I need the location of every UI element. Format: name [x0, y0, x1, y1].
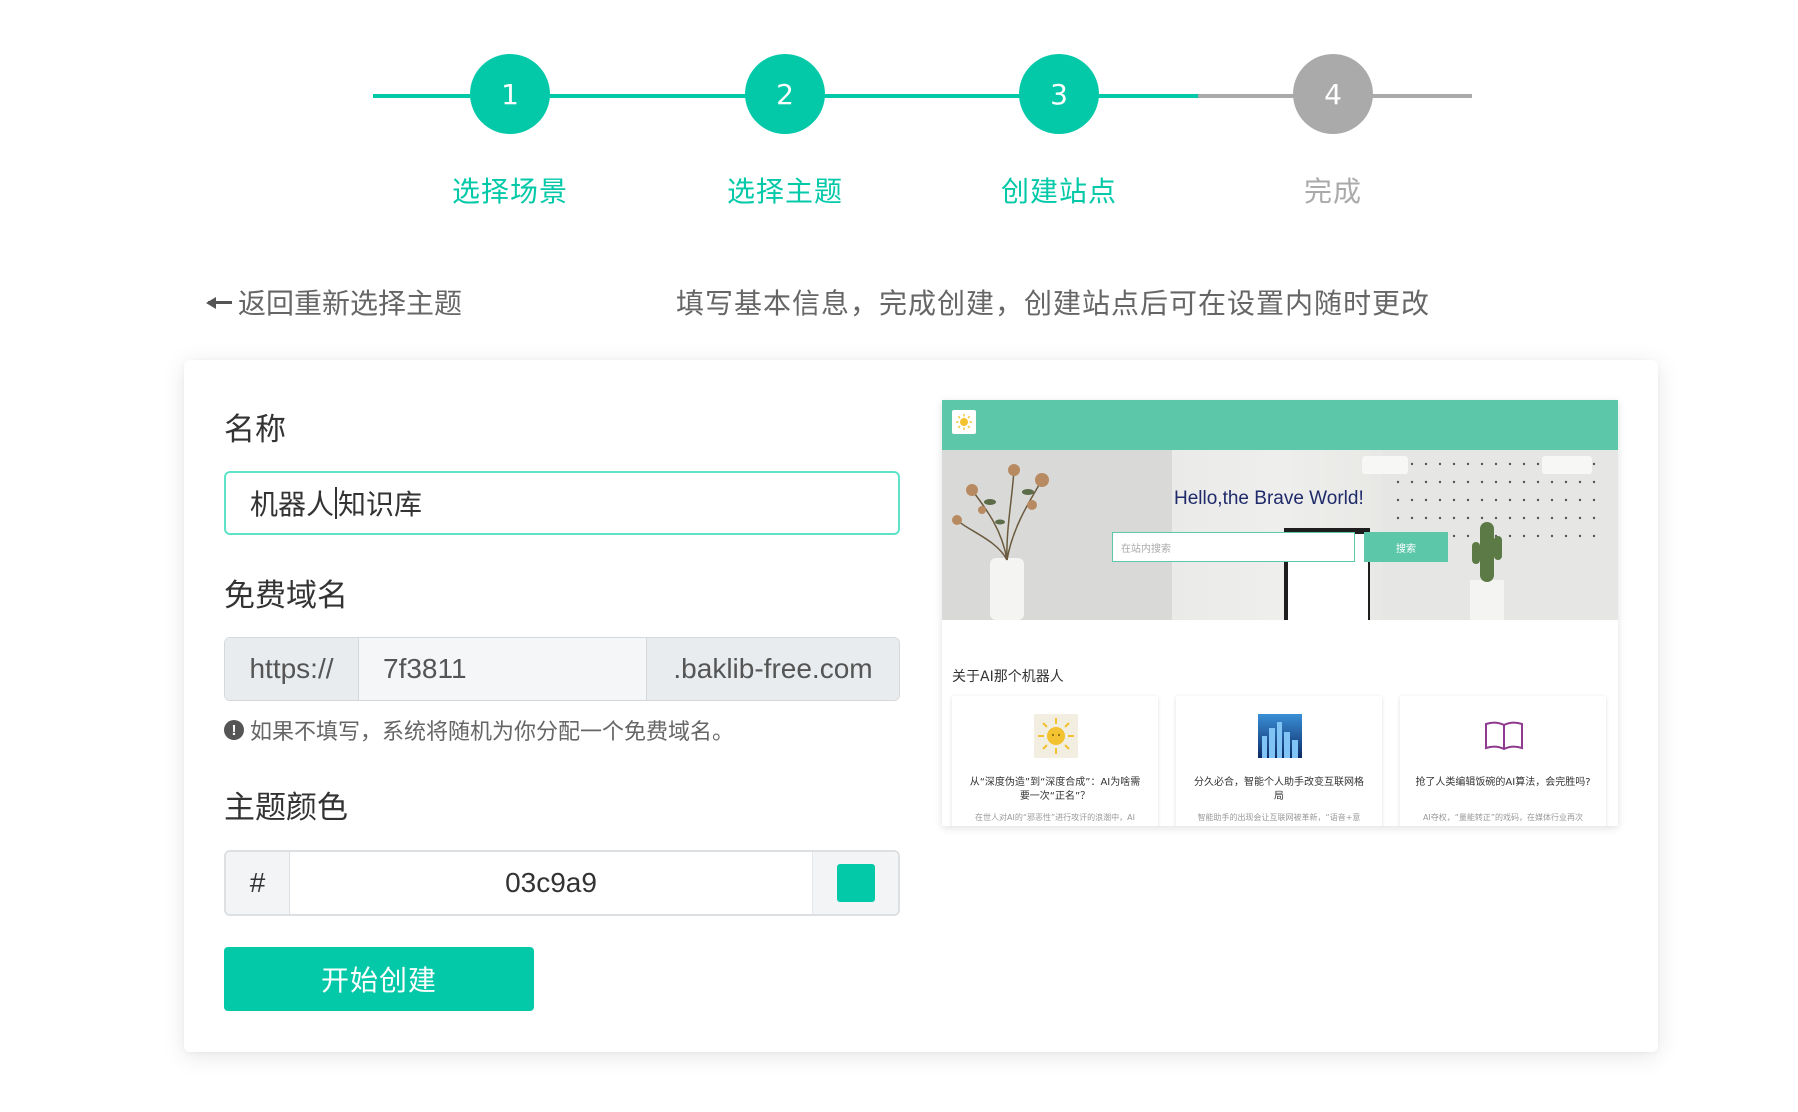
- form-hint: 填写基本信息，完成创建，创建站点后可在设置内随时更改: [676, 287, 1431, 320]
- sun-icon: [1034, 714, 1078, 758]
- back-link-label: 返回重新选择主题: [238, 287, 463, 320]
- preview-card-desc: 在世人对AI的“邪恶性”进行攻讦的浪潮中，AI: [975, 813, 1135, 822]
- preview-search-button: 搜索: [1364, 532, 1448, 562]
- step-2-circle: 2: [745, 54, 825, 134]
- step-4-label: 完成: [1303, 175, 1362, 208]
- step-1-number: 1: [501, 77, 519, 111]
- site-name-input[interactable]: 机器人 知识库: [224, 471, 900, 535]
- color-swatch: [836, 864, 875, 902]
- city-image: [1258, 714, 1302, 758]
- preview-card-title: 从“深度伪造”到“深度合成”：AI为啥需要一次“正名”？: [969, 777, 1141, 802]
- preview-article-card: 分久必合，智能个人助手改变互联网格局 智能助手的出现会让互联网被革新，“语音+意: [1176, 696, 1382, 826]
- name-value-end: 知识库: [338, 488, 423, 521]
- domain-note-text: 如果不填写，系统将随机为你分配一个免费域名。: [250, 720, 735, 745]
- step-4-circle: 4: [1293, 54, 1373, 134]
- name-label: 名称: [224, 412, 286, 448]
- progress-stepper: 1 2 3 4 选择场景 选择主题 创建站点 完成: [0, 0, 1798, 230]
- color-hash-prefix: #: [226, 852, 290, 914]
- preview-card-desc: 智能助手的出现会让互联网被革新，“语音+意: [1197, 813, 1361, 822]
- info-icon: !: [224, 720, 244, 740]
- theme-color-label: 主题颜色: [224, 790, 348, 826]
- preview-card-title: 抢了人类编辑饭碗的AI算法，会完胜吗?: [1415, 777, 1591, 788]
- theme-color-input[interactable]: 03c9a9: [290, 852, 812, 914]
- preview-article-card: 抢了人类编辑饭碗的AI算法，会完胜吗? AI夺权，“量能转正”的戏码，在媒体行业…: [1400, 696, 1606, 826]
- domain-prefix: https://: [225, 638, 359, 700]
- text-caret: [335, 487, 338, 519]
- domain-suffix: .baklib-free.com: [647, 638, 899, 700]
- theme-color-input-group: # 03c9a9: [224, 850, 900, 916]
- step-1-circle: 1: [470, 54, 550, 134]
- name-value-start: 机器人: [250, 488, 335, 521]
- step-4-number: 4: [1324, 77, 1342, 111]
- create-site-page: 1 2 3 4 选择场景 选择主题 创建站点 完成 返回重新选择主题 填写基本信…: [0, 0, 1798, 1112]
- preview-card-title: 分久必合，智能个人助手改变互联网格局: [1194, 777, 1364, 802]
- theme-preview: Hello,the Brave World! 在站内搜索 搜索 关于AI那个机器…: [942, 400, 1618, 826]
- domain-input-group: https:// 7f3811 .baklib-free.com: [224, 637, 900, 701]
- start-create-button[interactable]: 开始创建: [224, 947, 534, 1011]
- step-3-circle: 3: [1019, 54, 1099, 134]
- domain-subdomain-input[interactable]: 7f3811: [359, 638, 647, 700]
- step-2-label: 选择主题: [726, 175, 843, 208]
- back-to-theme-link[interactable]: 返回重新选择主题: [204, 282, 462, 322]
- preview-navbar: [942, 400, 1618, 450]
- preview-section-title: 关于AI那个机器人: [952, 669, 1064, 685]
- step-2-number: 2: [776, 77, 794, 111]
- preview-hero-banner: Hello,the Brave World! 在站内搜索 搜索: [942, 450, 1618, 620]
- preview-logo-icon: [952, 410, 976, 434]
- step-1-label: 选择场景: [451, 175, 568, 208]
- create-site-card: 名称 机器人 知识库 免费域名 https:// 7f3811 .baklib-f…: [184, 360, 1658, 1052]
- preview-article-card: 从“深度伪造”到“深度合成”：AI为啥需要一次“正名”？ 在世人对AI的“邪恶性…: [952, 696, 1158, 826]
- arrow-left-icon: [204, 292, 232, 312]
- preview-search-input: 在站内搜索: [1112, 532, 1355, 562]
- preview-hero-title: Hello,the Brave World!: [1174, 488, 1364, 509]
- step-3-label: 创建站点: [1000, 175, 1117, 208]
- book-icon: [1485, 721, 1523, 751]
- domain-label: 免费域名: [224, 578, 348, 614]
- color-picker[interactable]: [812, 852, 898, 914]
- domain-note: ! 如果不填写，系统将随机为你分配一个免费域名。: [224, 714, 734, 746]
- preview-card-desc: AI夺权，“量能转正”的戏码，在媒体行业再次: [1422, 813, 1584, 822]
- step-3-number: 3: [1050, 77, 1068, 111]
